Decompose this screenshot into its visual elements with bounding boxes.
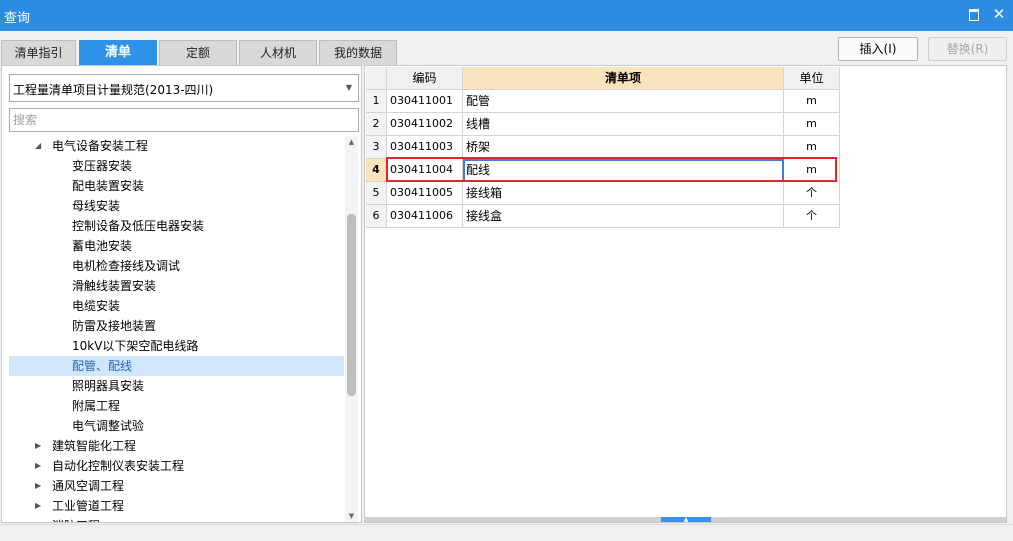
tree-node-label: 电缆安装 <box>72 299 121 313</box>
table-cell-item[interactable]: 接线箱 <box>463 182 784 205</box>
tree-node-label: 变压器安装 <box>72 159 133 173</box>
tree-node[interactable]: 变压器安装 <box>9 156 344 176</box>
table-cell-unit[interactable]: m <box>784 90 840 113</box>
tree-node-label: 电机检查接线及调试 <box>72 259 181 273</box>
row-number[interactable]: 5 <box>366 182 387 205</box>
tree-node[interactable]: 照明器具安装 <box>9 376 344 396</box>
tree-node-label: 配管、配线 <box>72 359 133 373</box>
tree-node[interactable]: 蓄电池安装 <box>9 236 344 256</box>
table-cell-item[interactable]: 配线 <box>463 159 784 182</box>
column-header-code[interactable]: 编码 <box>387 67 463 90</box>
tree-node[interactable]: 10kV以下架空配电线路 <box>9 336 344 356</box>
table-cell-item[interactable]: 配管 <box>463 90 784 113</box>
tree-node[interactable]: 防雷及接地装置 <box>9 316 344 336</box>
tree-node[interactable]: ▶ 工业管道工程 <box>9 496 344 516</box>
close-icon[interactable]: ✕ <box>991 6 1007 22</box>
table-corner <box>366 67 387 90</box>
table-cell-item[interactable]: 桥架 <box>463 136 784 159</box>
table-cell-code[interactable]: 030411001 <box>387 90 463 113</box>
table-cell-unit[interactable]: m <box>784 113 840 136</box>
tree-node-label: 电气设备安装工程 <box>52 139 149 153</box>
tree-node[interactable]: ▶ 自动化控制仪表安装工程 <box>9 456 344 476</box>
expand-icon[interactable]: ▶ <box>35 456 41 476</box>
table-cell-item[interactable]: 接线盒 <box>463 205 784 228</box>
expand-icon[interactable]: ▶ <box>35 516 41 522</box>
column-header-unit[interactable]: 单位 <box>784 67 840 90</box>
tree-node[interactable]: 附属工程 <box>9 396 344 416</box>
tree-node-label: 控制设备及低压电器安装 <box>72 219 205 233</box>
table-cell-unit[interactable]: 个 <box>784 182 840 205</box>
replace-button[interactable]: 替换(R) <box>928 37 1007 61</box>
table-cell-code[interactable]: 030411002 <box>387 113 463 136</box>
scroll-thumb[interactable]: ▲ <box>661 517 711 523</box>
search-input[interactable] <box>9 108 359 132</box>
scroll-thumb[interactable] <box>347 214 356 396</box>
spec-select[interactable]: 工程量清单项目计量规范(2013-四川) ▼ <box>9 74 359 102</box>
tree-node-label: 工业管道工程 <box>52 499 125 513</box>
table-cell-code[interactable]: 030411005 <box>387 182 463 205</box>
category-tree: ◢ 电气设备安装工程 变压器安装配电装置安装 母线安装控制设备及低压电器安装 蓄电池安装… <box>9 136 344 522</box>
tree-node-label: 滑触线装置安装 <box>72 279 157 293</box>
status-bar <box>0 524 1013 541</box>
tree-node[interactable]: 母线安装 <box>9 196 344 216</box>
tree-node[interactable]: 滑触线装置安装 <box>9 276 344 296</box>
left-panel: 工程量清单项目计量规范(2013-四川) ▼ ◢ 电气设备安装工程变压器安装配电装… <box>1 65 362 523</box>
scroll-up-icon[interactable]: ▲ <box>345 136 358 148</box>
tree-node[interactable]: ◢ 电气设备安装工程 <box>9 136 344 156</box>
tree-node-label: 配电装置安装 <box>72 179 145 193</box>
table-cell-unit[interactable]: 个 <box>784 205 840 228</box>
tree-node-label: 照明器具安装 <box>72 379 145 393</box>
tree-node[interactable]: ▶ 通风空调工程 <box>9 476 344 496</box>
tree-node-label: 自动化控制仪表安装工程 <box>52 459 185 473</box>
tree-node-label: 10kV以下架空配电线路 <box>72 339 199 353</box>
table-cell-unit[interactable]: m <box>784 136 840 159</box>
title-bar: 查询 ✕ <box>0 0 1013 31</box>
table-cell-code[interactable]: 030411004 <box>387 159 463 182</box>
tree-node-label: 电气调整试验 <box>72 419 145 433</box>
expand-icon[interactable]: ▶ <box>35 476 41 496</box>
tab-rencaiji[interactable]: 人材机 <box>239 40 317 65</box>
tree-node-label: 蓄电池安装 <box>72 239 133 253</box>
tree-node[interactable]: ▶ 建筑智能化工程 <box>9 436 344 456</box>
row-number[interactable]: 4 <box>366 159 387 182</box>
spec-select-value: 工程量清单项目计量规范(2013-四川) <box>13 83 214 97</box>
column-header-item[interactable]: 清单项 <box>463 67 784 90</box>
horizontal-scrollbar[interactable]: ▲ <box>365 517 1006 523</box>
tree-scrollbar[interactable]: ▲ ▼ <box>345 136 358 522</box>
tree-node[interactable]: 电机检查接线及调试 <box>9 256 344 276</box>
restore-icon[interactable] <box>966 6 982 22</box>
tree-node-label: 防雷及接地装置 <box>72 319 157 333</box>
insert-button[interactable]: 插入(I) <box>838 37 918 61</box>
tree-node[interactable]: 配电装置安装 <box>9 176 344 196</box>
tree-node-label: 建筑智能化工程 <box>52 439 137 453</box>
tab-qingdan-zhiyin[interactable]: 清单指引 <box>1 40 76 65</box>
table-cell-item[interactable]: 线槽 <box>463 113 784 136</box>
row-number[interactable]: 6 <box>366 205 387 228</box>
collapse-icon[interactable]: ◢ <box>35 136 41 156</box>
expand-icon[interactable]: ▶ <box>35 496 41 516</box>
tree-node[interactable]: 控制设备及低压电器安装 <box>9 216 344 236</box>
tree-node[interactable]: 配管、配线 <box>9 356 344 376</box>
tree-node-label: 母线安装 <box>72 199 121 213</box>
table-cell-unit[interactable]: m <box>784 159 840 182</box>
row-number[interactable]: 1 <box>366 90 387 113</box>
tree-node[interactable]: ▶ 消防工程 <box>9 516 344 522</box>
tab-dinge[interactable]: 定额 <box>159 40 237 65</box>
tree-node-label: 附属工程 <box>72 399 121 413</box>
row-number[interactable]: 3 <box>366 136 387 159</box>
table-cell-code[interactable]: 030411003 <box>387 136 463 159</box>
row-number[interactable]: 2 <box>366 113 387 136</box>
window-title: 查询 <box>4 11 31 26</box>
tree-node-label: 通风空调工程 <box>52 479 125 493</box>
tree-node[interactable]: 电气调整试验 <box>9 416 344 436</box>
chevron-down-icon: ▼ <box>345 83 352 92</box>
tab-qingdan[interactable]: 清单 <box>79 40 157 65</box>
tree-node-label: 消防工程 <box>52 516 100 522</box>
tree-node[interactable]: 电缆安装 <box>9 296 344 316</box>
tab-my-data[interactable]: 我的数据 <box>319 40 397 65</box>
right-panel: 编码 清单项 单位 1 030411001 配管 m 2 030411002 线槽 m 3 030411… <box>364 65 1007 523</box>
scroll-down-icon[interactable]: ▼ <box>345 510 358 522</box>
table-cell-code[interactable]: 030411006 <box>387 205 463 228</box>
expand-icon[interactable]: ▶ <box>35 436 41 456</box>
